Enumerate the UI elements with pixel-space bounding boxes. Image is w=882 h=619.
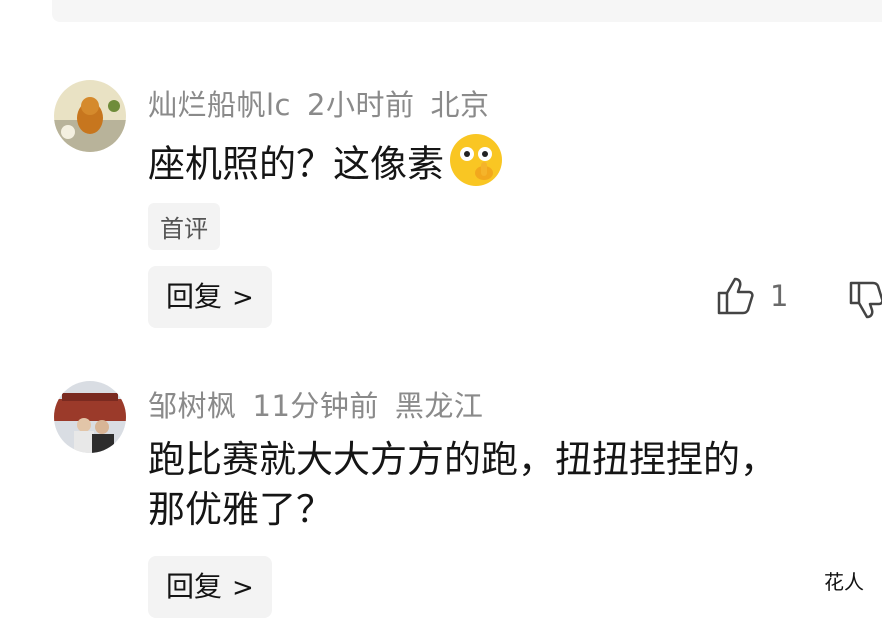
reply-label: 回复 xyxy=(166,570,223,603)
thumbs-down-icon xyxy=(849,281,882,319)
location: 黑龙江 xyxy=(394,389,484,423)
comment-meta: 灿烂船帆lc 2小时前 北京 xyxy=(148,82,505,124)
avatar[interactable] xyxy=(54,80,126,152)
chevron-right-icon: > xyxy=(232,573,254,603)
thumbs-up-icon xyxy=(717,277,754,315)
timestamp: 11分钟前 xyxy=(252,389,379,423)
comment-text: 座机照的？这像素 xyxy=(148,132,504,200)
comment-text-line: 跑比赛就大大方方的跑，扭扭捏捏的， xyxy=(148,438,777,481)
watermark: 花人 xyxy=(824,570,864,594)
dislike-button[interactable] xyxy=(848,280,882,324)
like-button[interactable]: 1 xyxy=(716,276,788,316)
reply-label: 回复 xyxy=(166,280,223,313)
username[interactable]: 灿烂船帆lc xyxy=(148,88,291,122)
comment-meta: 邹树枫 11分钟前 黑龙江 xyxy=(148,383,499,425)
like-count: 1 xyxy=(770,279,789,313)
first-comment-badge: 首评 xyxy=(148,203,220,250)
reply-button[interactable]: 回复 > xyxy=(148,266,272,328)
reply-button[interactable]: 回复 > xyxy=(148,556,272,618)
location: 北京 xyxy=(430,88,490,122)
comment-text-body: 座机照的？这像素 xyxy=(148,142,444,186)
username[interactable]: 邹树枫 xyxy=(148,389,237,423)
timestamp: 2小时前 xyxy=(307,88,415,122)
previous-comment-bar xyxy=(52,0,882,22)
comment-text-line: 那优雅了？ xyxy=(148,488,333,531)
face-with-hand-over-mouth-emoji-icon xyxy=(448,132,504,200)
avatar[interactable] xyxy=(54,381,126,453)
comment-text: 跑比赛就大大方方的跑，扭扭捏捏的， 那优雅了？ xyxy=(148,435,777,535)
chevron-right-icon: > xyxy=(232,283,254,313)
